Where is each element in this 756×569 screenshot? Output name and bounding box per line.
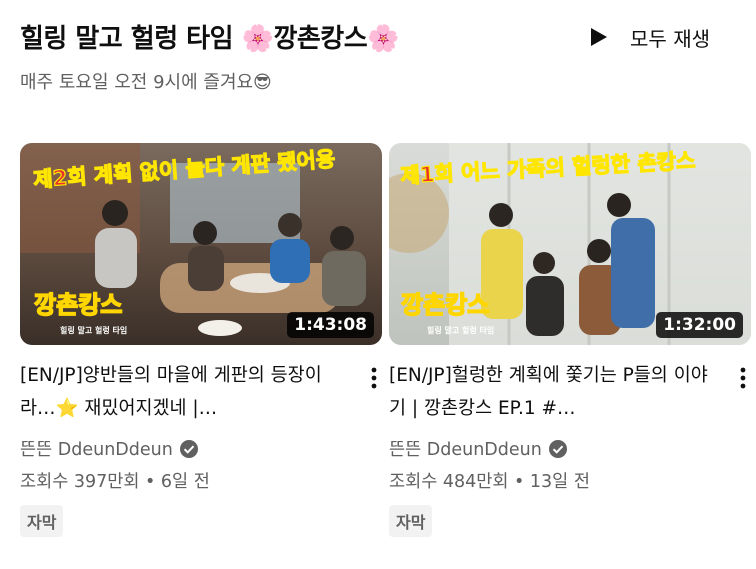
play-icon [591, 28, 608, 46]
video-info: [EN/JP]헐렁한 계획에 쫓기는 P들의 이야기 | 깡촌캉스 EP.1 #… [389, 359, 751, 537]
subtitle-badge: 자막 [389, 505, 433, 537]
svg-text:깡촌캉스: 깡촌캉스 [34, 291, 122, 319]
channel-name: 뜬뜬 DdeunDdeun [389, 440, 542, 460]
video-thumbnail[interactable]: 제2회 계획 없이 놀다 게판 됐어용 깡촌캉스 힐링 말고 헐렁 타임 1:4… [20, 143, 382, 345]
channel-link[interactable]: 뜬뜬 DdeunDdeun [20, 436, 354, 461]
video-duration: 1:43:08 [287, 312, 374, 338]
video-title[interactable]: [EN/JP]양반들의 마을에 게판의 등장이라…⭐ 재밌어지겠네 |… [20, 359, 354, 425]
video-thumbnail[interactable]: 제1회 어느 가족의 헐렁한 촌캉스 깡촌캉스 힐링 말고 헐렁 타임 1:32… [389, 143, 751, 345]
video-info: [EN/JP]양반들의 마을에 게판의 등장이라…⭐ 재밌어지겠네 |… 뜬뜬 … [20, 359, 382, 537]
channel-name: 뜬뜬 DdeunDdeun [20, 440, 173, 460]
video-duration: 1:32:00 [656, 312, 743, 338]
video-title[interactable]: [EN/JP]헐렁한 계획에 쫓기는 P들의 이야기 | 깡촌캉스 EP.1 #… [389, 359, 723, 425]
verified-check-icon [548, 439, 567, 458]
play-all-label: 모두 재생 [630, 26, 710, 51]
video-card: 제1회 어느 가족의 헐렁한 촌캉스 깡촌캉스 힐링 말고 헐렁 타임 1:32… [389, 143, 751, 537]
shelf-title[interactable]: 힐링 말고 헐렁 타임 🌸깡촌캉스🌸 [20, 18, 400, 55]
more-vert-icon[interactable] [731, 363, 755, 393]
svg-text:깡촌캉스: 깡촌캉스 [401, 291, 489, 319]
svg-text:힐링 말고 헐렁 타임: 힐링 말고 헐렁 타임 [60, 325, 127, 335]
video-card: 제2회 계획 없이 놀다 게판 됐어용 깡촌캉스 힐링 말고 헐렁 타임 1:4… [20, 143, 382, 537]
verified-check-icon [179, 439, 198, 458]
svg-text:힐링 말고 헐렁 타임: 힐링 말고 헐렁 타임 [427, 325, 494, 335]
shelf-subtitle: 매주 토요일 오전 9시에 즐겨요😎 [20, 72, 272, 93]
subtitle-badge: 자막 [20, 505, 64, 537]
more-vert-icon[interactable] [362, 363, 386, 393]
shelf-header: 힐링 말고 헐렁 타임 🌸깡촌캉스🌸 모두 재생 [20, 14, 740, 58]
video-meta: 조회수 484만회 • 13일 전 [389, 472, 590, 492]
video-meta: 조회수 397만회 • 6일 전 [20, 472, 210, 492]
channel-link[interactable]: 뜬뜬 DdeunDdeun [389, 436, 723, 461]
play-all-button[interactable]: 모두 재생 [586, 20, 710, 54]
